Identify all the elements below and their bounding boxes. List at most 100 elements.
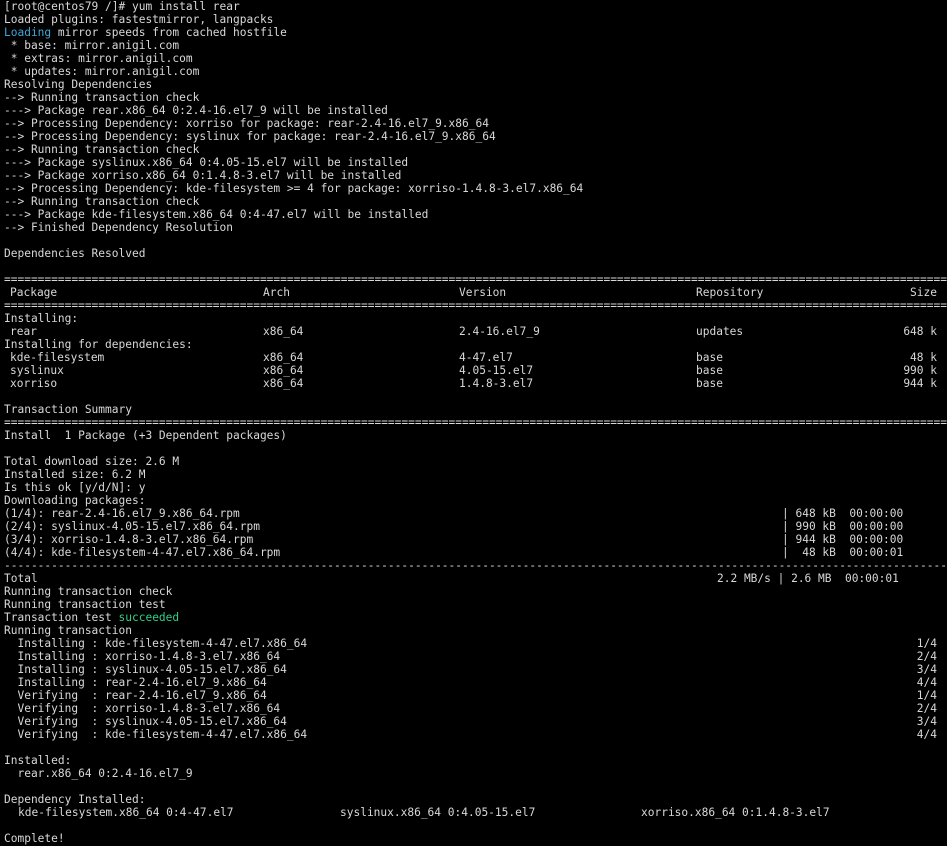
running-check-line: Running transaction check — [4, 585, 173, 598]
terminal-window[interactable]: [root@centos79 /]# yum install rear Load… — [0, 0, 947, 846]
dependency-rows: kde-filesystem x86_64 4-47.el7 base 48 k sysl… — [4, 351, 947, 390]
output-line: --> Running transaction check — [4, 91, 200, 104]
cell-repository: base — [696, 377, 723, 390]
header-arch: Arch — [263, 286, 290, 299]
download-row: (3/4): xorriso-1.4.8-3.el7.x86_64.rpm | 9… — [4, 533, 947, 546]
output-line: --> Processing Dependency: xorriso for p… — [4, 117, 489, 130]
step-count: 2/4 — [916, 702, 937, 715]
output-line: Loaded plugins: fastestmirror, langpacks — [4, 13, 274, 26]
transaction-steps: Installing : kde-filesystem-4-47.el7.x86… — [4, 637, 947, 741]
cell-package: kde-filesystem — [10, 351, 105, 364]
step-action: Installing : kde-filesystem-4-47.el7.x86… — [4, 637, 308, 650]
package-row: xorriso x86_64 1.4.8-3.el7 base 944 k — [4, 377, 947, 390]
cell-version: 4-47.el7 — [459, 351, 513, 364]
transaction-step-row: Installing : kde-filesystem-4-47.el7.x86… — [4, 637, 947, 650]
cell-arch: x86_64 — [263, 377, 304, 390]
header-version: Version — [459, 286, 507, 299]
table-rule-single: ----------------------------------------… — [4, 559, 947, 572]
output-line: ---> Package kde-filesystem.x86_64 0:4-4… — [4, 208, 429, 221]
output-line: Dependencies Resolved — [4, 247, 146, 260]
header-size: Size — [910, 286, 937, 299]
loading-rest: mirror speeds from cached hostfile — [51, 26, 287, 39]
download-name: (1/4): rear-2.4-16.el7_9.x86_64.rpm — [4, 507, 240, 520]
output-line: --> Processing Dependency: syslinux for … — [4, 130, 496, 143]
cell-size: 48 k — [910, 351, 937, 364]
cell-size: 648 k — [903, 325, 937, 338]
installing-rows: rear x86_64 2.4-16.el7_9 updates 648 k — [4, 325, 947, 338]
output-line: --> Processing Dependency: kde-filesyste… — [4, 182, 584, 195]
installed-label: Installed: — [4, 754, 72, 767]
total-row: Total 2.2 MB/s | 2.6 MB 00:00:01 — [4, 572, 947, 585]
output-line: ---> Package xorriso.x86_64 0:1.4.8-3.el… — [4, 169, 402, 182]
output-line: Resolving Dependencies — [4, 78, 153, 91]
transaction-step-row: Verifying : syslinux-4.05-15.el7.x86_64 3… — [4, 715, 947, 728]
installing-section-label: Installing: — [4, 312, 79, 325]
cell-repository: base — [696, 364, 723, 377]
step-action: Verifying : xorriso-1.4.8-3.el7.x86_64 — [4, 702, 281, 715]
cell-arch: x86_64 — [263, 364, 304, 377]
output-line: --> Finished Dependency Resolution — [4, 221, 234, 234]
table-rule-double: ========================================… — [4, 299, 947, 312]
download-name: (3/4): xorriso-1.4.8-3.el7.x86_64.rpm — [4, 533, 254, 546]
transaction-step-row: Verifying : xorriso-1.4.8-3.el7.x86_64 2/… — [4, 702, 947, 715]
download-name: (4/4): kde-filesystem-4-47.el7.x86_64.rp… — [4, 546, 281, 559]
table-rule-double: ========================================… — [4, 416, 947, 429]
cell-arch: x86_64 — [263, 325, 304, 338]
cell-package: rear — [10, 325, 37, 338]
output-line: * base: mirror.anigil.com — [4, 39, 180, 52]
running-transaction-line: Running transaction — [4, 624, 132, 637]
step-count: 3/4 — [916, 663, 937, 676]
download-row: (2/4): syslinux-4.05-15.el7.x86_64.rpm | … — [4, 520, 947, 533]
output-line: Total download size: 2.6 M — [4, 455, 180, 468]
header-repository: Repository — [696, 286, 764, 299]
output-line: --> Running transaction check — [4, 195, 200, 208]
output-line: Downloading packages: — [4, 494, 146, 507]
installed-package: rear.x86_64 0:2.4-16.el7_9 — [4, 767, 193, 780]
loading-word: Loading — [4, 26, 52, 39]
transaction-summary-install: Install 1 Package (+3 Dependent packages… — [4, 429, 287, 442]
transaction-step-row: Verifying : kde-filesystem-4-47.el7.x86_… — [4, 728, 947, 741]
dependency-resolution-output: * base: mirror.anigil.com * extras: mirr… — [4, 39, 947, 273]
cell-version: 2.4-16.el7_9 — [459, 325, 540, 338]
step-action: Installing : xorriso-1.4.8-3.el7.x86_64 — [4, 650, 281, 663]
download-row: (1/4): rear-2.4-16.el7_9.x86_64.rpm | 648… — [4, 507, 947, 520]
cell-version: 4.05-15.el7 — [459, 364, 534, 377]
step-action: Verifying : syslinux-4.05-15.el7.x86_64 — [4, 715, 287, 728]
output-line: --> Running transaction check — [4, 143, 200, 156]
cell-repository: updates — [696, 325, 744, 338]
step-action: Verifying : rear-2.4-16.el7_9.x86_64 — [4, 689, 267, 702]
step-count: 4/4 — [916, 728, 937, 741]
output-line: * updates: mirror.anigil.com — [4, 65, 200, 78]
table-header-row: Package Arch Version Repository Size — [4, 286, 947, 299]
cell-repository: base — [696, 351, 723, 364]
step-count: 1/4 — [916, 637, 937, 650]
step-count: 2/4 — [916, 650, 937, 663]
total-stats: 2.2 MB/s | 2.6 MB 00:00:01 — [717, 572, 899, 585]
header-package: Package — [10, 286, 58, 299]
transaction-summary-title: Transaction Summary — [4, 403, 132, 416]
dep-installed-item: xorriso.x86_64 0:1.4.8-3.el7 — [641, 806, 830, 819]
download-stats: | 48 kB 00:00:01 — [782, 546, 904, 559]
table-rule-double: ========================================… — [4, 273, 947, 286]
download-row: (4/4): kde-filesystem-4-47.el7.x86_64.rp… — [4, 546, 947, 559]
step-count: 4/4 — [916, 676, 937, 689]
output-line: Installed size: 6.2 M — [4, 468, 146, 481]
step-action: Installing : rear-2.4-16.el7_9.x86_64 — [4, 676, 267, 689]
cell-package: xorriso — [10, 377, 58, 390]
transaction-test-line: Transaction test succeeded — [4, 611, 947, 624]
cell-size: 990 k — [903, 364, 937, 377]
transaction-step-row: Verifying : rear-2.4-16.el7_9.x86_64 1/4 — [4, 689, 947, 702]
transaction-step-row: Installing : syslinux-4.05-15.el7.x86_64… — [4, 663, 947, 676]
download-stats: | 648 kB 00:00:00 — [782, 507, 904, 520]
step-action: Installing : syslinux-4.05-15.el7.x86_64 — [4, 663, 287, 676]
transaction-step-row: Installing : rear-2.4-16.el7_9.x86_64 4/4 — [4, 676, 947, 689]
output-line: ---> Package rear.x86_64 0:2.4-16.el7_9 … — [4, 104, 388, 117]
step-count: 1/4 — [916, 689, 937, 702]
dep-installed-item: syslinux.x86_64 0:4.05-15.el7 — [340, 806, 536, 819]
running-test-line: Running transaction test — [4, 598, 166, 611]
